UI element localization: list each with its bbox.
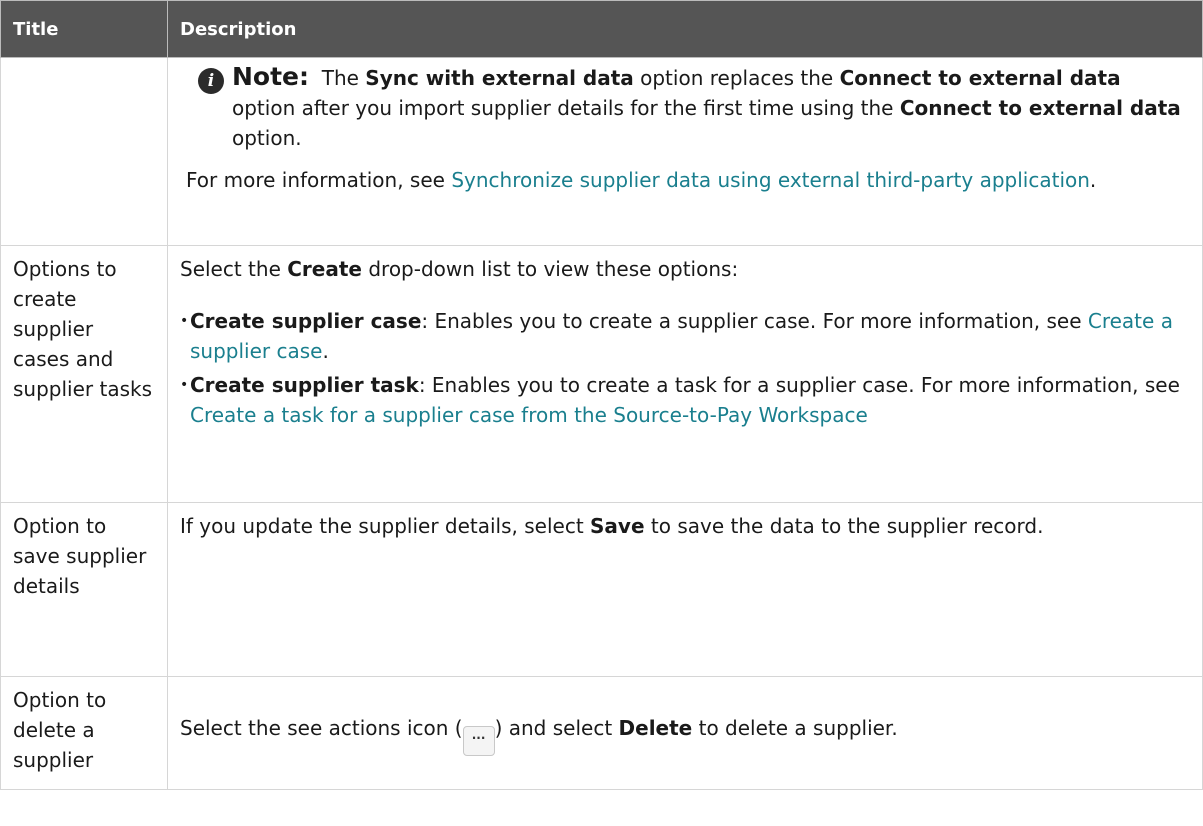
text-segment: . [1089, 168, 1097, 192]
more-info-paragraph: For more information, see Synchronize su… [186, 165, 1190, 195]
row-title: Option to delete a supplier [0, 676, 168, 790]
text-segment: The [321, 66, 359, 90]
table-row: Option to delete a supplier Select the s… [0, 676, 1203, 790]
table-row: i Note: The Sync with external data opti… [0, 57, 1203, 246]
content-table: Title Description i Note: The Sync with … [0, 0, 1203, 790]
more-actions-icon: ... [462, 726, 495, 756]
bold-term: Connect to external data [899, 96, 1181, 120]
description-column-header: Description [167, 0, 1203, 58]
text-segment: to delete a supplier. [698, 716, 898, 740]
table-row: Options to create supplier cases and sup… [0, 245, 1203, 503]
text-segment: : Enables you to create a task for a sup… [418, 373, 1180, 397]
note-text: Note: The Sync with external data option… [232, 62, 1190, 153]
bold-term: Save [590, 514, 645, 538]
synchronize-link[interactable]: Synchronize supplier data using external… [451, 168, 1090, 192]
bold-term: Connect to external data [839, 66, 1121, 90]
description-cell: i Note: The Sync with external data opti… [167, 57, 1203, 246]
delete-description: Select the see actions icon (...) and se… [180, 713, 1190, 756]
table-row: Option to save supplier details If you u… [0, 502, 1203, 677]
create-task-link[interactable]: Create a task for a supplier case from t… [190, 403, 868, 427]
text-segment: . [322, 339, 329, 363]
text-segment: option replaces the [640, 66, 834, 90]
text-segment: Select the [180, 257, 281, 281]
list-item: Create supplier task: Enables you to cre… [180, 370, 1190, 430]
bold-term: Create supplier task [190, 373, 419, 397]
text-segment: option after you import supplier details… [232, 96, 894, 120]
text-segment: to save the data to the supplier record. [650, 514, 1044, 538]
text-segment: Select the see actions icon ( [180, 716, 463, 740]
list-item: Create supplier case: Enables you to cre… [180, 306, 1190, 366]
bold-term: Create supplier case [190, 309, 422, 333]
row-title: Option to save supplier details [0, 502, 168, 677]
bold-term: Sync with external data [365, 66, 634, 90]
note-label: Note: [232, 62, 310, 91]
text-segment: : Enables you to create a supplier case.… [421, 309, 1082, 333]
bold-term: Create [287, 257, 362, 281]
header-row: Title Description [0, 0, 1203, 58]
row-title: Options to create supplier cases and sup… [0, 245, 168, 503]
create-intro: Select the Create drop-down list to view… [180, 254, 1190, 284]
info-icon: i [198, 68, 224, 94]
description-cell: Select the Create drop-down list to view… [167, 245, 1203, 503]
text-segment: drop-down list to view these options: [368, 257, 739, 281]
title-column-header: Title [0, 0, 168, 58]
text-segment: If you update the supplier details, sele… [180, 514, 584, 538]
text-segment: For more information, see [186, 168, 445, 192]
save-description: If you update the supplier details, sele… [180, 511, 1190, 541]
bold-term: Delete [618, 716, 693, 740]
description-cell: Select the see actions icon (...) and se… [167, 676, 1203, 790]
empty-title-cell [0, 57, 168, 246]
text-segment: option. [232, 126, 302, 150]
note-callout: i Note: The Sync with external data opti… [198, 62, 1190, 153]
create-options-list: Create supplier case: Enables you to cre… [180, 306, 1190, 430]
text-segment: ) and select [494, 716, 613, 740]
description-cell: If you update the supplier details, sele… [167, 502, 1203, 677]
